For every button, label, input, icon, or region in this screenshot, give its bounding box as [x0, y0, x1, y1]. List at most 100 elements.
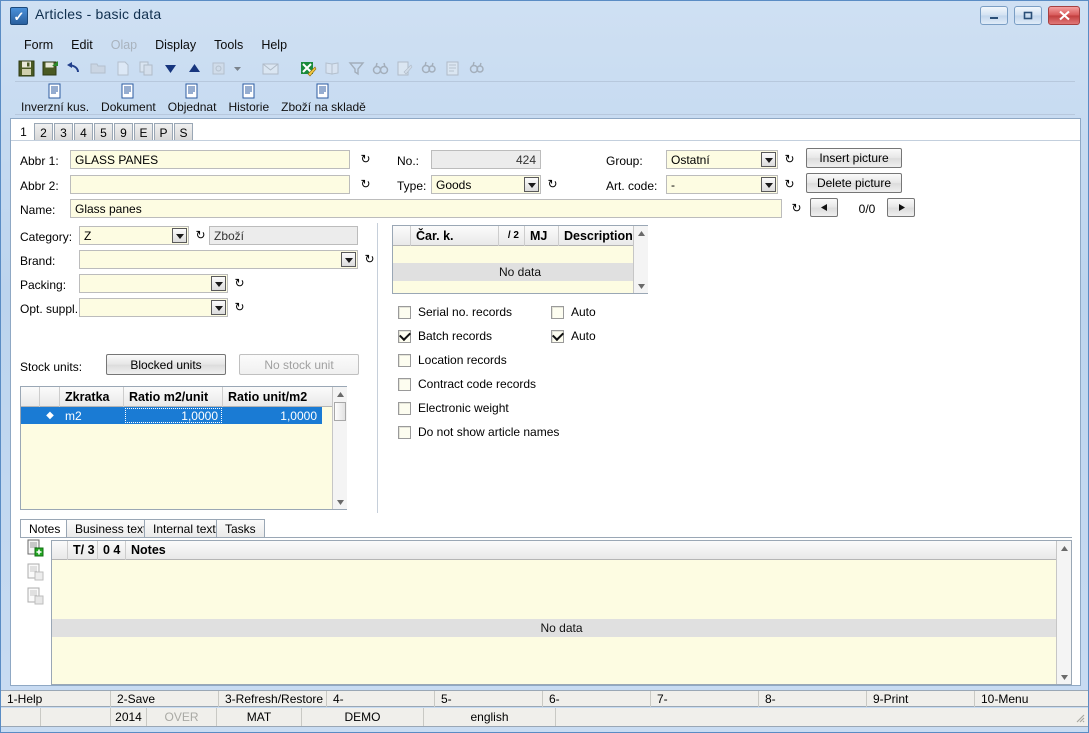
- arrow-down-icon[interactable]: [159, 58, 181, 80]
- packing-undo-icon[interactable]: ↻: [233, 276, 246, 291]
- fkey-4[interactable]: 4-: [327, 691, 435, 707]
- notes-col-notes[interactable]: Notes: [126, 541, 326, 560]
- undo-icon[interactable]: [63, 58, 85, 80]
- checkbox-box[interactable]: [551, 305, 564, 319]
- toolbar-button-historie[interactable]: Historie: [222, 83, 275, 114]
- fkey-10-menu[interactable]: 10-Menu: [975, 691, 1088, 707]
- tab-1[interactable]: 1: [14, 123, 33, 141]
- fkey-7[interactable]: 7-: [651, 691, 759, 707]
- barcode-col-carkod[interactable]: Čar. k.: [411, 225, 499, 246]
- checkbox-box[interactable]: [398, 425, 411, 439]
- checkbox-box[interactable]: [398, 353, 411, 367]
- toolbar-button-objednat[interactable]: Objednat: [162, 83, 223, 114]
- delete-picture-button[interactable]: Delete picture: [806, 173, 902, 193]
- tab-p[interactable]: P: [154, 123, 173, 141]
- type-undo-icon[interactable]: ↻: [546, 177, 559, 192]
- scroll-up-icon[interactable]: [634, 226, 648, 240]
- scroll-down-icon[interactable]: [634, 279, 648, 293]
- category-dropdown-button[interactable]: [172, 228, 187, 243]
- tab-internal-text[interactable]: Internal text: [144, 519, 225, 538]
- notes-grid[interactable]: T/ 3 0 4 Notes No data: [51, 540, 1072, 685]
- arrow-up-icon[interactable]: [183, 58, 205, 80]
- tab-business-text[interactable]: Business text: [66, 519, 156, 538]
- checkbox-auto-serial[interactable]: Auto: [551, 305, 596, 319]
- barcode-grid[interactable]: Čar. k. / 2 MJ Description No data: [392, 225, 648, 294]
- checkbox-box[interactable]: [398, 377, 411, 391]
- fkey-1-help[interactable]: 1-Help: [1, 691, 111, 707]
- fkey-8[interactable]: 8-: [759, 691, 867, 707]
- notes-grid-scrollbar[interactable]: [1056, 541, 1071, 684]
- row-ratio-unit-m2[interactable]: 1,0000: [223, 407, 322, 424]
- checkbox-box[interactable]: [398, 305, 411, 319]
- checkbox-box[interactable]: [398, 401, 411, 415]
- tab-tasks[interactable]: Tasks: [216, 519, 265, 538]
- tab-4[interactable]: 4: [74, 123, 93, 141]
- category-undo-icon[interactable]: ↻: [194, 228, 207, 243]
- save-icon[interactable]: [15, 58, 37, 80]
- toolbar-button-dokument[interactable]: Dokument: [95, 83, 162, 114]
- group-dropdown-button[interactable]: [761, 152, 776, 167]
- row-zkratka[interactable]: m2: [60, 407, 124, 424]
- stock-units-scrollbar[interactable]: [332, 387, 347, 509]
- abbr2-undo-icon[interactable]: ↻: [359, 177, 372, 192]
- fkey-9-print[interactable]: 9-Print: [867, 691, 975, 707]
- excel-export-icon[interactable]: [297, 58, 319, 80]
- opt-suppl-input[interactable]: [79, 298, 228, 317]
- barcode-col-mj[interactable]: MJ: [525, 225, 559, 246]
- close-button[interactable]: [1048, 6, 1080, 25]
- menu-item-help[interactable]: Help: [252, 36, 296, 54]
- tab-e[interactable]: E: [134, 123, 153, 141]
- picture-prev-button[interactable]: [810, 198, 838, 217]
- scroll-up-icon[interactable]: [1057, 541, 1071, 555]
- fkey-3-refresh-restore[interactable]: 3-Refresh/Restore: [219, 691, 327, 707]
- notes-col-type[interactable]: T/ 3: [68, 540, 98, 560]
- checkbox-electronic-weight[interactable]: Electronic weight: [398, 401, 509, 415]
- table-row[interactable]: ◆ m2 1,0000 1,0000: [21, 407, 322, 424]
- packing-input[interactable]: [79, 274, 228, 293]
- copy-note-icon[interactable]: [27, 587, 47, 609]
- tab-3[interactable]: 3: [54, 123, 73, 141]
- stock-units-grid[interactable]: Zkratka Ratio m2/unit Ratio unit/m2 ◆ m2…: [20, 386, 347, 510]
- name-input[interactable]: Glass panes: [70, 199, 782, 218]
- checkbox-do-not-show-article-names[interactable]: Do not show article names: [398, 425, 559, 439]
- abbr1-input[interactable]: GLASS PANES: [70, 150, 350, 169]
- opt-suppl-undo-icon[interactable]: ↻: [233, 300, 246, 315]
- toolbar-button-inverzni-kus[interactable]: Inverzní kus.: [15, 83, 95, 114]
- art-code-undo-icon[interactable]: ↻: [783, 177, 796, 192]
- tab-5[interactable]: 5: [94, 123, 113, 141]
- maximize-button[interactable]: [1014, 6, 1042, 25]
- tab-s[interactable]: S: [174, 123, 193, 141]
- resize-grip[interactable]: [1073, 711, 1085, 723]
- name-undo-icon[interactable]: ↻: [790, 201, 803, 216]
- brand-undo-icon[interactable]: ↻: [363, 252, 376, 267]
- checkbox-auto-batch[interactable]: Auto: [551, 329, 596, 343]
- tab-2[interactable]: 2: [34, 123, 53, 141]
- checkbox-location-records[interactable]: Location records: [398, 353, 507, 367]
- barcode-grid-scrollbar[interactable]: [633, 226, 648, 293]
- checkbox-serial-no-records[interactable]: Serial no. records: [398, 305, 512, 319]
- picture-next-button[interactable]: [887, 198, 915, 217]
- scroll-down-icon[interactable]: [1057, 670, 1071, 684]
- fkey-6[interactable]: 6-: [543, 691, 651, 707]
- scroll-down-icon[interactable]: [333, 495, 347, 509]
- row-ratio-m2-unit[interactable]: 1,0000: [124, 407, 223, 424]
- menu-item-form[interactable]: Form: [15, 36, 62, 54]
- opt-suppl-dropdown-button[interactable]: [211, 300, 226, 315]
- packing-dropdown-button[interactable]: [211, 276, 226, 291]
- checkbox-box[interactable]: [551, 329, 564, 343]
- notes-col-order[interactable]: 0 4: [98, 540, 126, 560]
- menu-item-tools[interactable]: Tools: [205, 36, 252, 54]
- scroll-up-icon[interactable]: [333, 387, 347, 401]
- stock-col-ratio-m2-unit[interactable]: Ratio m2/unit: [124, 386, 223, 407]
- menu-item-edit[interactable]: Edit: [62, 36, 102, 54]
- fkey-2-save[interactable]: 2-Save: [111, 691, 219, 707]
- type-dropdown-button[interactable]: [524, 177, 539, 192]
- add-note-icon[interactable]: [27, 539, 47, 561]
- save-as-icon[interactable]: [39, 58, 61, 80]
- stock-col-zkratka[interactable]: Zkratka: [60, 386, 124, 407]
- view-note-icon[interactable]: [27, 563, 47, 585]
- art-code-dropdown-button[interactable]: [761, 177, 776, 192]
- brand-input[interactable]: [79, 250, 358, 269]
- abbr2-input[interactable]: [70, 175, 350, 194]
- fkey-5[interactable]: 5-: [435, 691, 543, 707]
